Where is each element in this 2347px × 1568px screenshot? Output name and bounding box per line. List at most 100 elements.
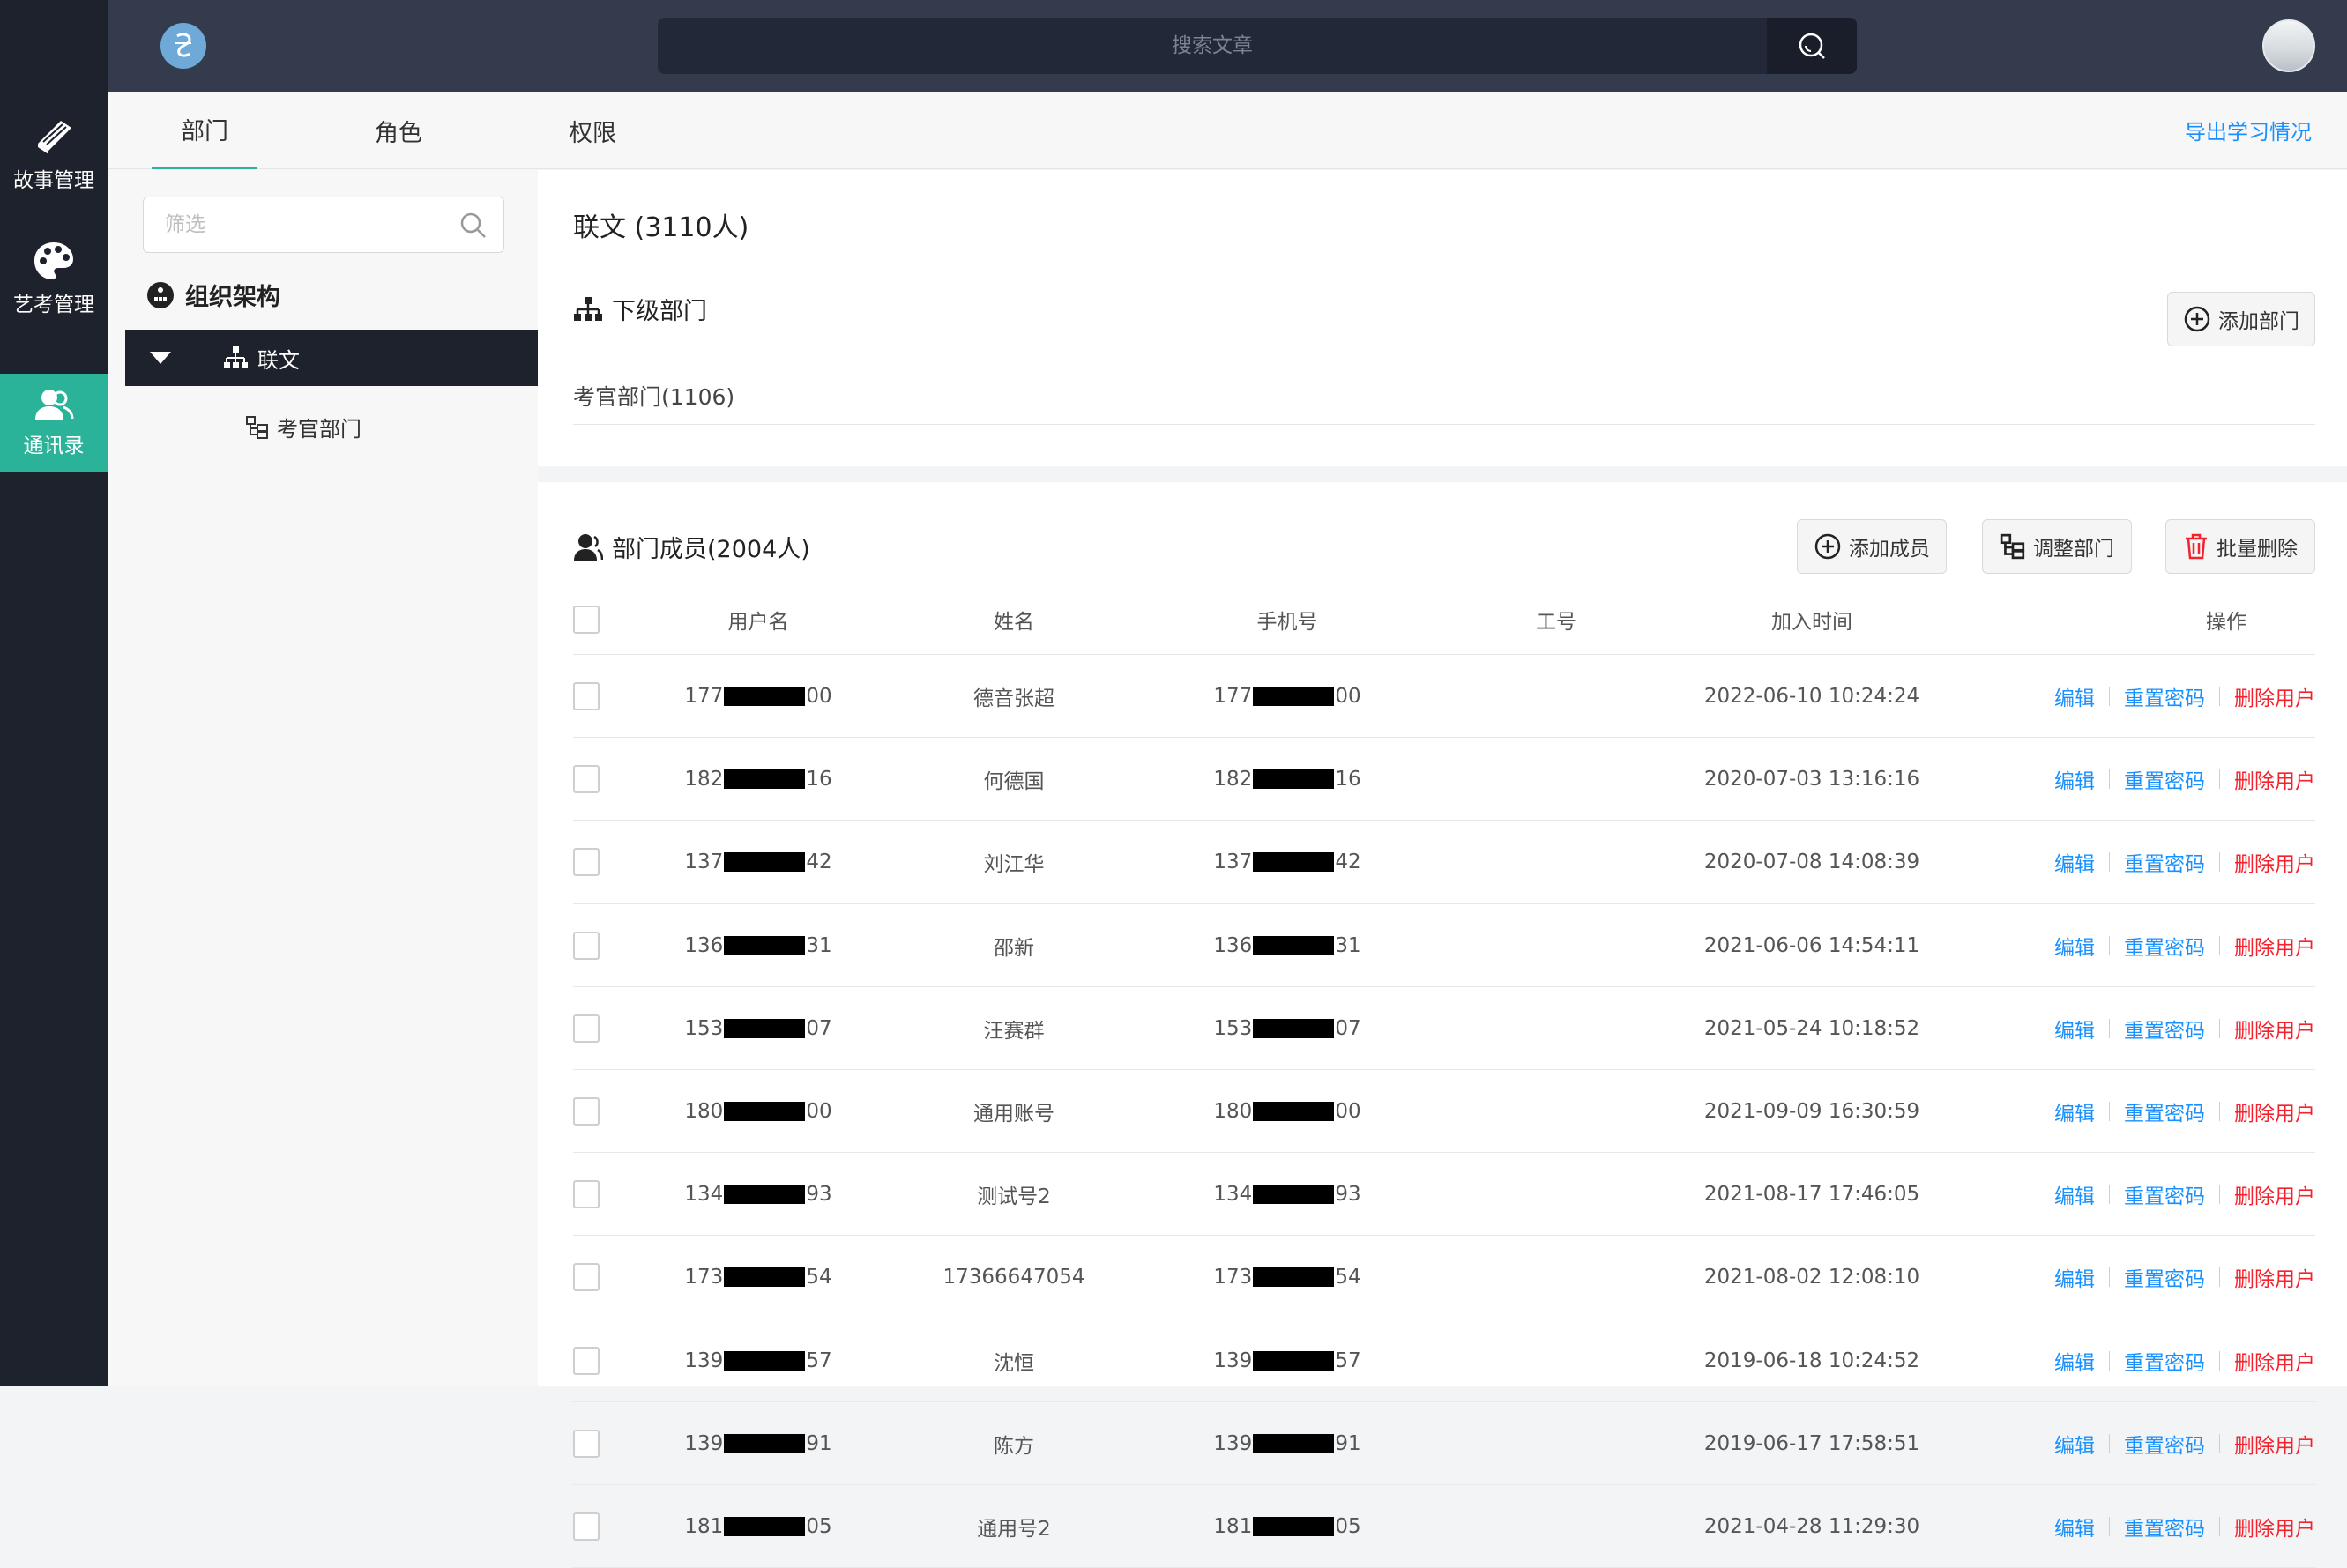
edit-link[interactable]: 编辑 [2054,681,2095,711]
reset-password-link[interactable]: 重置密码 [2124,1179,2205,1209]
edit-link[interactable]: 编辑 [2054,764,2095,794]
edit-link[interactable]: 编辑 [2054,1429,2095,1459]
edit-link[interactable]: 编辑 [2054,1179,2095,1209]
tab-roles[interactable]: 角色 [346,92,451,169]
reset-password-link[interactable]: 重置密码 [2124,681,2205,711]
reset-password-link[interactable]: 重置密码 [2124,931,2205,961]
row-select-cell [573,1070,600,1153]
table-row: 181 05 通用号2 181 05 2021-04-28 11:29:30 编… [573,1485,2315,1568]
reset-password-link[interactable]: 重置密码 [2124,1346,2205,1376]
row-checkbox[interactable] [573,1512,600,1542]
employee-no-cell [1455,738,1658,821]
divider [2109,852,2110,873]
tree-node-child[interactable]: 考官部门 [245,412,361,442]
reset-password-link[interactable]: 重置密码 [2124,1429,2205,1459]
reset-password-link[interactable]: 重置密码 [2124,1512,2205,1542]
delete-user-link[interactable]: 删除用户 [2234,1262,2315,1292]
search-icon [1799,33,1825,59]
members-panel: 部门成员(2004人) 添加成员 调整部门 批量删除 用户名 姓名 手机号 工号… [538,482,2347,1568]
row-checkbox[interactable] [573,931,600,960]
edit-link[interactable]: 编辑 [2054,1262,2095,1292]
edit-link[interactable]: 编辑 [2054,1014,2095,1044]
add-member-button[interactable]: 添加成员 [1797,519,1947,574]
col-phone[interactable]: 手机号 [1181,584,1393,655]
row-checkbox[interactable] [573,1429,600,1458]
actions-cell: 编辑 重置密码 删除用户 [2037,987,2315,1070]
row-checkbox[interactable] [573,1097,600,1126]
col-username[interactable]: 用户名 [652,584,864,655]
reset-password-link[interactable]: 重置密码 [2124,847,2205,877]
delete-user-link[interactable]: 删除用户 [2234,1512,2315,1542]
search-button[interactable] [1767,18,1857,74]
adjust-department-button[interactable]: 调整部门 [1982,519,2132,574]
delete-user-link[interactable]: 删除用户 [2234,847,2315,877]
joined-cell: 2020-07-08 14:08:39 [1703,851,1920,874]
redaction-block [1253,1350,1335,1371]
edit-link[interactable]: 编辑 [2054,847,2095,877]
delete-user-link[interactable]: 删除用户 [2234,681,2315,711]
sub-dept-icon [2000,533,2025,560]
delete-user-link[interactable]: 删除用户 [2234,1429,2315,1459]
search-input[interactable] [658,18,1767,74]
divider [2219,1018,2220,1038]
caret-down-icon[interactable] [148,350,173,366]
row-checkbox[interactable] [573,1346,600,1375]
user-avatar[interactable] [2262,19,2315,72]
redaction-block [1253,852,1335,873]
export-study-link[interactable]: 导出学习情况 [2185,115,2312,145]
book-icon [38,121,71,154]
edit-link[interactable]: 编辑 [2054,1096,2095,1126]
redaction-block [724,935,806,955]
username-suffix: 93 [806,1183,832,1207]
rail-item-exams[interactable]: 艺考管理 [0,229,108,328]
rail-item-stories[interactable]: 故事管理 [0,104,108,203]
row-checkbox[interactable] [573,1014,600,1043]
delete-user-link[interactable]: 删除用户 [2234,1179,2315,1209]
edit-link[interactable]: 编辑 [2054,1512,2095,1542]
row-checkbox[interactable] [573,765,600,794]
delete-user-link[interactable]: 删除用户 [2234,931,2315,961]
col-joined[interactable]: 加入时间 [1666,584,1957,655]
edit-link[interactable]: 编辑 [2054,1346,2095,1376]
username-masked: 137 42 [684,851,831,873]
phone-cell: 181 05 [1181,1485,1393,1568]
app-logo[interactable] [160,23,206,69]
username-suffix: 07 [806,1016,832,1040]
tab-departments[interactable]: 部门 [152,92,257,169]
tree-node-selected[interactable]: 联文 [125,330,538,386]
username-masked: 177 00 [684,685,831,708]
redaction-block [1253,1517,1335,1537]
row-select-cell [573,821,600,903]
reset-password-link[interactable]: 重置密码 [2124,1096,2205,1126]
row-select-cell [573,738,600,821]
username-cell: 181 05 [652,1485,864,1568]
reset-password-link[interactable]: 重置密码 [2124,1262,2205,1292]
row-checkbox[interactable] [573,848,600,877]
tab-permissions[interactable]: 权限 [540,92,645,169]
phone-suffix: 00 [1335,1100,1361,1124]
col-employee-no[interactable]: 工号 [1455,584,1658,655]
edit-link[interactable]: 编辑 [2054,931,2095,961]
trash-icon [2186,533,2207,560]
delete-user-link[interactable]: 删除用户 [2234,764,2315,794]
rail-item-contacts[interactable]: 通讯录 [0,374,108,472]
row-checkbox[interactable] [573,682,600,711]
row-checkbox[interactable] [573,1263,600,1292]
search-icon[interactable] [459,212,488,240]
delete-user-link[interactable]: 删除用户 [2234,1096,2315,1126]
delete-user-link[interactable]: 删除用户 [2234,1014,2315,1044]
employee-no-cell [1455,1485,1658,1568]
batch-delete-button[interactable]: 批量删除 [2165,519,2315,574]
select-all-checkbox[interactable] [573,606,600,634]
reset-password-link[interactable]: 重置密码 [2124,1014,2205,1044]
reset-password-link[interactable]: 重置密码 [2124,764,2205,794]
divider [2109,1267,2110,1288]
username-suffix: 16 [806,768,832,791]
add-department-button[interactable]: 添加部门 [2167,292,2315,346]
sub-department-item[interactable]: 考官部门(1106) [573,380,734,412]
tree-root[interactable]: 组织架构 [146,278,280,312]
filter-input[interactable] [144,197,443,252]
col-name[interactable]: 姓名 [908,584,1120,655]
delete-user-link[interactable]: 删除用户 [2234,1346,2315,1376]
row-checkbox[interactable] [573,1180,600,1209]
